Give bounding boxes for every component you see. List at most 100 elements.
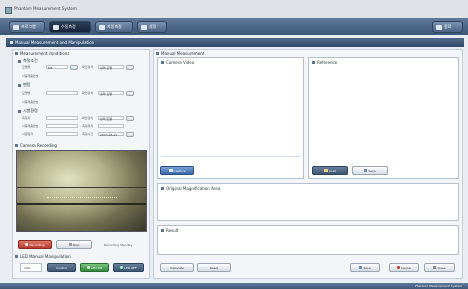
group3-time-field[interactable]: 2013-05-21 <box>98 132 124 137</box>
group3-operator-field[interactable] <box>46 116 78 120</box>
group3-row1-label: 측정자 <box>22 116 31 120</box>
group2-row1-label: 모델명 <box>22 91 31 95</box>
group2-row2-label: 사용제품번호 <box>22 100 39 104</box>
group3-device-field[interactable]: 실제 모델 <box>98 116 124 121</box>
camera-video-header: Camera Video <box>161 60 194 65</box>
led-on-button[interactable]: LED ON <box>80 263 109 272</box>
bullet-icon <box>15 52 18 55</box>
exit-label: 종료 <box>444 24 452 29</box>
led-off-icon <box>120 266 124 269</box>
manual-measurement-header: Manual Measurement <box>156 51 204 56</box>
camera-rail-line <box>17 203 146 205</box>
led-value: 100 <box>24 265 30 270</box>
save-icon <box>364 169 368 172</box>
camera-video-panel: Camera Video <box>157 57 304 179</box>
group3-row1-label2: 확인장치 <box>82 116 94 120</box>
reset-button[interactable]: Reset <box>197 263 231 272</box>
result-header: Result <box>161 228 178 233</box>
camera-feed <box>16 150 147 232</box>
led-on-icon <box>86 266 90 269</box>
led-title: LED Manual Manipulation <box>20 254 71 259</box>
exit-button[interactable]: 종료 <box>432 21 463 33</box>
group1-device-field[interactable]: 실제 모델 <box>98 65 124 70</box>
group2-device-button[interactable] <box>126 91 134 96</box>
nav-program-label: 프로그램 <box>21 24 36 29</box>
status-bar: Phantom Measurement System <box>0 283 468 289</box>
bullet-icon <box>312 61 315 64</box>
app-icon <box>5 7 12 14</box>
group3-calendar-button[interactable] <box>126 132 134 137</box>
group1-row1-label2: 확인장치 <box>82 65 94 69</box>
group1-row1-label: 모델명 <box>22 65 31 69</box>
led-header: LED Manual Manipulation <box>15 254 71 259</box>
stop-recording-button[interactable]: Stop <box>56 240 92 249</box>
bullet-icon <box>15 144 18 147</box>
group3-position-field[interactable] <box>98 124 124 128</box>
reference-load-button[interactable]: Load <box>312 166 348 175</box>
magnification-area: Original Magnification Area <box>157 183 459 221</box>
play-icon <box>99 24 105 30</box>
nav-program-button[interactable]: 프로그램 <box>9 21 45 33</box>
group1-model-value: M5 <box>48 66 53 70</box>
bullet-icon <box>18 59 21 63</box>
nav-settings-label: 설정 <box>149 24 157 29</box>
led-off-button[interactable]: LED OFF <box>113 263 144 272</box>
group1-search-button[interactable] <box>70 65 78 70</box>
group2-device-value: 실제 모델 <box>100 92 112 96</box>
group3-date-field[interactable] <box>46 132 78 136</box>
reference-load-label: Load <box>328 168 337 173</box>
camera-icon <box>53 24 59 30</box>
exit-icon <box>436 24 442 30</box>
group1-row2-label: 사용제품번호 <box>22 74 39 78</box>
magnification-header: Original Magnification Area <box>161 186 220 191</box>
bullet-icon <box>18 109 21 113</box>
recording-label: Recording <box>29 242 45 247</box>
led-value-select[interactable]: 100 <box>20 263 42 272</box>
reference-save-button[interactable]: Save <box>352 166 388 175</box>
group1-model-select[interactable]: M5 <box>46 65 68 70</box>
group3-device-button[interactable] <box>126 116 134 121</box>
cancel-button[interactable]: Cancel <box>389 263 419 272</box>
group1-header: 측정조건 <box>18 58 38 64</box>
group1-device-button[interactable] <box>126 65 134 70</box>
window-title: Phantom Measurement System <box>14 6 77 11</box>
group3-serial-field[interactable] <box>46 124 78 128</box>
manual-measurement-title: Manual Measurement <box>161 51 205 56</box>
nav-manual-button[interactable]: 수동측정 <box>49 21 91 33</box>
close-button[interactable]: Close <box>424 263 455 272</box>
magnification-title: Original Magnification Area <box>166 186 221 191</box>
recording-button[interactable]: Recording <box>18 240 52 249</box>
bullet-icon <box>161 61 164 64</box>
capture-button[interactable]: Capture <box>160 166 194 175</box>
close-icon <box>433 266 437 269</box>
group2-device-field[interactable]: 실제 모델 <box>98 91 124 96</box>
group2-model-field[interactable] <box>46 91 78 95</box>
conditions-header: Measurement conditions <box>15 51 69 56</box>
save-button[interactable]: Save <box>350 263 380 272</box>
camera-rail-line <box>17 187 146 188</box>
calculate-button[interactable]: Calculate <box>160 263 194 272</box>
cancel-label: Cancel <box>400 265 412 270</box>
group3-time-value: 2013-05-21 <box>100 133 118 137</box>
group3-row3-label: 시험일자 <box>22 132 34 136</box>
save-icon <box>359 266 363 269</box>
led-control-button[interactable]: Control <box>47 263 76 272</box>
group3-device-value: 실제 모델 <box>100 117 112 121</box>
camera-video-scrollbar[interactable] <box>161 156 301 163</box>
reference-title: Reference <box>317 60 338 65</box>
reference-header: Reference <box>312 60 337 65</box>
group1-title: 측정조건 <box>23 58 38 63</box>
stop-icon <box>68 243 72 246</box>
nav-settings-button[interactable]: 설정 <box>137 21 167 33</box>
camera-video-title: Camera Video <box>166 60 195 65</box>
group2-title: 팬텀 <box>23 82 31 87</box>
nav-auto-label: 자동측정 <box>107 24 122 29</box>
section-icon <box>10 41 13 44</box>
capture-icon <box>168 169 173 172</box>
section-title: Manual Measurement and Manipulation <box>15 40 95 45</box>
bullet-icon <box>15 255 18 258</box>
capture-label: Capture <box>173 168 186 173</box>
group3-row3-label2: 측정시간 <box>82 132 94 136</box>
nav-auto-button[interactable]: 자동측정 <box>95 21 133 33</box>
status-text: Phantom Measurement System <box>414 284 462 288</box>
